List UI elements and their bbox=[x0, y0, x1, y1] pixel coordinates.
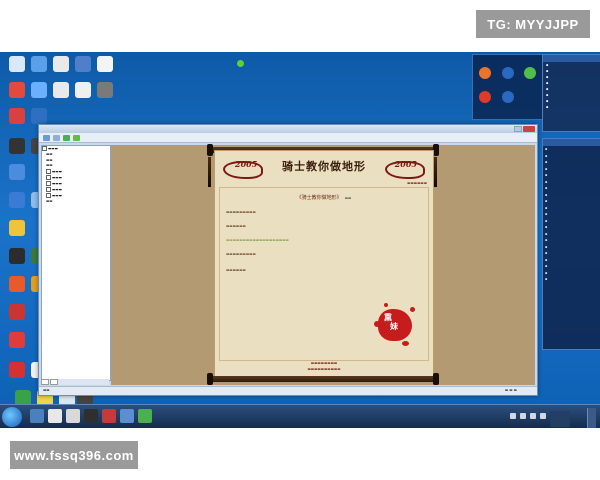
desktop-icon[interactable] bbox=[6, 82, 28, 98]
scroll-footer: ▬▬▬▬▬▬▬▬ ▬▬▬▬▬▬▬▬▬▬ bbox=[215, 358, 433, 376]
start-button[interactable] bbox=[2, 407, 22, 427]
article-line-green: ▬▬▬▬▬▬▬▬▬▬▬▬▬▬▬▬▬▬▬ bbox=[226, 238, 289, 242]
file-list-header bbox=[543, 139, 600, 146]
launcher-item[interactable] bbox=[499, 67, 517, 79]
menu-gadget: ▪ ▪ ▪ ▪ ▪ ▪ ▪ ▪ bbox=[542, 54, 600, 132]
footer-line: ▬▬▬▬▬▬▬▬▬▬ bbox=[307, 367, 341, 371]
tree-tab[interactable] bbox=[41, 379, 50, 385]
desktop-icon[interactable] bbox=[50, 56, 72, 72]
scroll-knob-left bbox=[207, 144, 213, 156]
article-title: 《骑士教你做地形》 bbox=[296, 195, 342, 201]
desktop-icon[interactable] bbox=[6, 192, 28, 208]
launcher-item[interactable] bbox=[476, 67, 494, 79]
desktop-icon[interactable] bbox=[6, 220, 28, 236]
desktop-icon[interactable] bbox=[6, 108, 28, 124]
show-desktop-button[interactable] bbox=[587, 408, 596, 428]
tree-panel: ▬▬▬ ▬▬ ▬▬ ▬▬ ▬▬▬ ▬▬▬ ▬▬▬ ▬▬▬ ▬▬▬ ▬▬ bbox=[41, 145, 111, 381]
window-titlebar[interactable] bbox=[39, 125, 537, 133]
article-heading: 《骑士教你做地形》 ▬▬ bbox=[220, 194, 428, 201]
desktop-icon[interactable] bbox=[28, 56, 50, 72]
close-button[interactable] bbox=[523, 126, 535, 132]
toolbar-open-icon[interactable] bbox=[43, 134, 50, 141]
desktop-icon[interactable] bbox=[94, 56, 116, 72]
article-line: ▬▬▬▬▬▬▬▬▬ bbox=[226, 252, 256, 256]
launcher-item[interactable] bbox=[521, 67, 539, 79]
scroll-tassel-left bbox=[208, 157, 211, 187]
taskbar-game-icon[interactable] bbox=[84, 409, 98, 423]
tray-icon[interactable] bbox=[510, 413, 516, 419]
tray-icon[interactable] bbox=[520, 413, 526, 419]
scroll-rod-bottom bbox=[209, 376, 437, 382]
red-seal-stamp: 熏妹 bbox=[372, 303, 418, 347]
desktop-icon[interactable] bbox=[72, 82, 94, 98]
toolbar-leaf-icon[interactable] bbox=[73, 134, 80, 141]
menu-gadget-header bbox=[543, 55, 600, 62]
editor-window: ▬▬▬ ▬▬ ▬▬ ▬▬ ▬▬▬ ▬▬▬ ▬▬▬ ▬▬▬ ▬▬▬ ▬▬ 2005… bbox=[38, 124, 538, 396]
scroll-inner-frame: 《骑士教你做地形》 ▬▬ ▬▬▬▬▬▬▬▬▬ ▬▬▬▬▬▬ ▬▬▬▬▬▬▬▬▬▬▬… bbox=[219, 187, 429, 361]
status-bar: ▬▬ ▬ ▬ ▬ bbox=[39, 386, 537, 395]
desktop-icon[interactable] bbox=[6, 304, 28, 320]
desktop-icon[interactable] bbox=[94, 82, 116, 98]
article-line: ▬▬▬▬▬▬ bbox=[226, 224, 246, 228]
status-left: ▬▬ bbox=[43, 388, 50, 392]
taskbar-explorer-icon[interactable] bbox=[30, 409, 44, 423]
watermark-top: TG: MYYJJPP bbox=[476, 10, 590, 38]
launcher-item[interactable] bbox=[476, 91, 494, 103]
tray-icon[interactable] bbox=[530, 413, 536, 419]
scroll-subtitle-line: ▬▬▬▬▬▬ bbox=[407, 181, 427, 185]
tree-node[interactable]: ▬▬ bbox=[42, 199, 110, 205]
watermark-bottom: www.fssq396.com bbox=[10, 441, 138, 469]
file-list-row[interactable]: ▪ bbox=[543, 276, 600, 283]
scroll-knob-left-bottom bbox=[207, 373, 213, 385]
desktop-icon[interactable] bbox=[6, 332, 28, 348]
toolbar bbox=[39, 133, 537, 143]
desktop-icon[interactable] bbox=[6, 276, 28, 292]
taskbar bbox=[0, 404, 600, 428]
desktop-icon[interactable] bbox=[72, 56, 94, 72]
taskbar-editor-icon[interactable] bbox=[138, 409, 152, 423]
status-right: ▬ ▬ ▬ bbox=[504, 388, 517, 392]
desktop-icon[interactable] bbox=[6, 164, 28, 180]
launcher-item[interactable] bbox=[499, 91, 517, 103]
tree-tabs bbox=[41, 379, 109, 385]
desktop: ▪ ▪ ▪ ▪ ▪ ▪ ▪ ▪ ▪ ▪ ▪ ▪ ▪ ▪ ▪ ▪ ▪ ▪ ▪ ▪ … bbox=[0, 52, 600, 428]
scroll-tassel-right bbox=[434, 157, 437, 187]
year-left: 2005 bbox=[235, 159, 258, 169]
tree-tab[interactable] bbox=[50, 379, 59, 385]
desktop-icon[interactable] bbox=[28, 82, 50, 98]
taskbar-app-icon[interactable] bbox=[120, 409, 134, 423]
article-line: ▬▬▬▬▬▬▬▬▬ bbox=[226, 210, 256, 214]
menu-gadget-row[interactable]: ▪ bbox=[543, 104, 600, 110]
toolbar-save-icon[interactable] bbox=[53, 134, 60, 141]
system-tray bbox=[506, 408, 596, 428]
clock[interactable] bbox=[550, 411, 570, 427]
year-right: 2005 bbox=[394, 159, 417, 169]
scroll-knob-right-bottom bbox=[433, 373, 439, 385]
desktop-icon[interactable] bbox=[28, 108, 50, 124]
toolbar-refresh-icon[interactable] bbox=[63, 134, 70, 141]
desktop-icon[interactable] bbox=[50, 82, 72, 98]
file-list-gadget: ▪ ▪ ▪ ▪ ▪ ▪ ▪ ▪ ▪ ▪ ▪ ▪ ▪ ▪ ▪ ▪ ▪ ▪ ▪ ▪ … bbox=[542, 138, 600, 350]
green-status-dot bbox=[237, 60, 244, 67]
launcher-gadget bbox=[472, 54, 544, 120]
desktop-icon[interactable] bbox=[6, 248, 28, 264]
desktop-icon[interactable] bbox=[6, 362, 28, 378]
minimize-button[interactable] bbox=[514, 126, 522, 132]
scroll-banner: 2005 骑士教你做地形 2005 bbox=[215, 155, 433, 179]
desktop-icon[interactable] bbox=[6, 56, 28, 72]
scroll-paper: 2005 骑士教你做地形 2005 ▬▬▬▬▬▬ 《骑士教你做地形》 ▬▬ ▬▬▬… bbox=[214, 150, 434, 377]
desktop-icon[interactable] bbox=[6, 138, 28, 154]
taskbar-player-icon[interactable] bbox=[102, 409, 116, 423]
article-author: ▬▬ bbox=[344, 196, 352, 200]
taskbar-media-icon[interactable] bbox=[66, 409, 80, 423]
taskbar-browser-icon[interactable] bbox=[48, 409, 62, 423]
tray-icon[interactable] bbox=[540, 413, 546, 419]
article-line: ▬▬▬▬▬▬ bbox=[226, 268, 246, 272]
preview-pane: 2005 骑士教你做地形 2005 ▬▬▬▬▬▬ 《骑士教你做地形》 ▬▬ ▬▬▬… bbox=[111, 144, 535, 385]
